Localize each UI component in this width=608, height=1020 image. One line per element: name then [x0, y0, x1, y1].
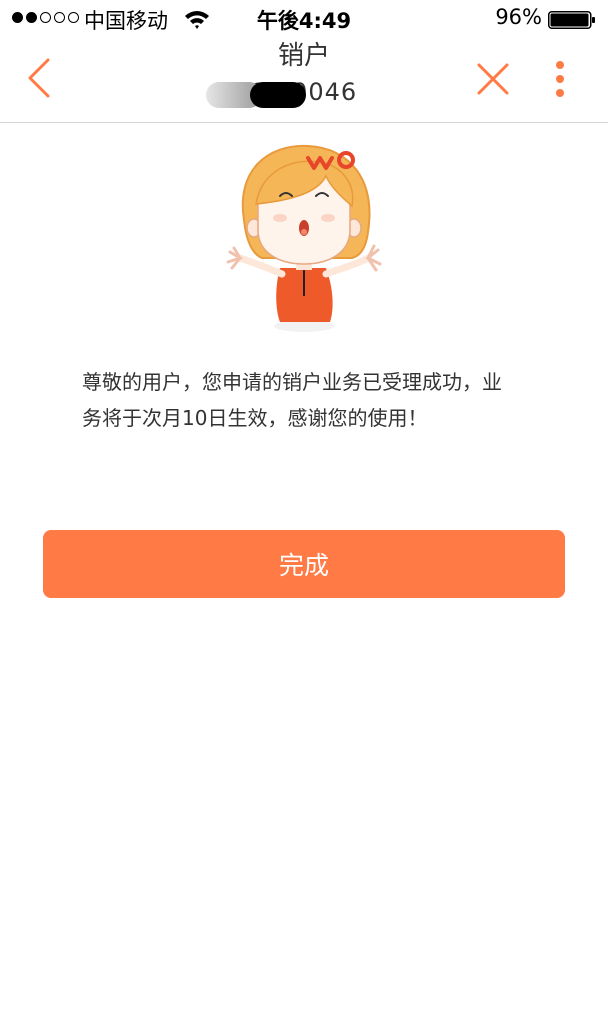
done-button[interactable]: 完成 [43, 530, 565, 598]
more-vertical-icon[interactable] [546, 58, 574, 104]
page-title: 销户 [277, 41, 330, 71]
status-bar: 中国移动 午後4:49 96% [0, 0, 608, 38]
wo-mascot-icon [226, 144, 382, 332]
redaction-mask [250, 82, 306, 108]
close-icon[interactable] [472, 58, 514, 100]
screen: 中国移动 午後4:49 96% 销户 17 0046 [0, 0, 608, 1020]
battery-icon [548, 11, 595, 29]
battery-percentage: 96% [495, 5, 542, 29]
success-message: 尊敬的用户，您申请的销户业务已受理成功，业务将于次月10日生效，感谢您的使用！ [82, 370, 502, 430]
navigation-bar: 销户 17 0046 [0, 38, 608, 123]
